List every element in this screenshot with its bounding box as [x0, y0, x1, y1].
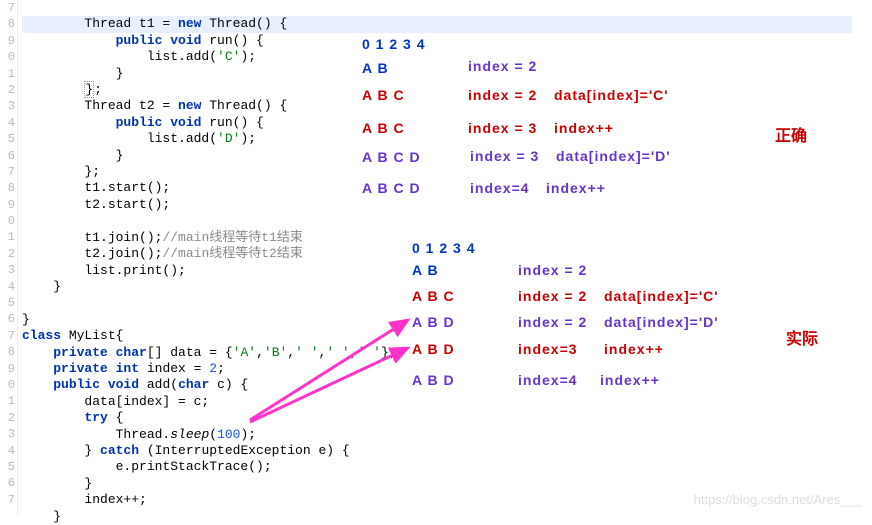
top-r4c: data[index]='D' [556, 148, 671, 164]
bot-r1a: A B [412, 262, 439, 278]
top-r4a: A B C D [362, 149, 421, 165]
top-r1a: A B [362, 60, 389, 76]
bot-r3b: index = 2 [518, 314, 587, 330]
top-r3c: index++ [554, 120, 614, 136]
top-r5c: index++ [546, 180, 606, 196]
bot-r2a: A B C [412, 288, 455, 304]
bot-r3a: A B D [412, 314, 455, 330]
top-r5b: index=4 [470, 180, 530, 196]
bot-r5a: A B D [412, 372, 455, 388]
header-top: 0 1 2 3 4 [362, 36, 426, 52]
line-number-gutter: 789 012 345 678 901 234 567 890 123 456 … [0, 0, 18, 515]
top-r2c: data[index]='C' [554, 87, 669, 103]
top-r4b: index = 3 [470, 148, 539, 164]
bot-r1b: index = 2 [518, 262, 587, 278]
bot-r4c: index++ [604, 341, 664, 357]
bot-r5c: index++ [600, 372, 660, 388]
bot-r5b: index=4 [518, 372, 578, 388]
top-r3a: A B C [362, 120, 405, 136]
top-r1b: index = 2 [468, 58, 537, 74]
bot-r4a: A B D [412, 341, 455, 357]
label-correct: 正确 [775, 122, 807, 146]
label-actual: 实际 [786, 325, 818, 349]
bot-r2c: data[index]='C' [604, 288, 719, 304]
bot-r4b: index=3 [518, 341, 578, 357]
top-r2a: A B C [362, 87, 405, 103]
top-r5a: A B C D [362, 180, 421, 196]
watermark: https://blog.csdn.net/Ares___ [694, 492, 862, 507]
bot-r3c: data[index]='D' [604, 314, 719, 330]
top-r2b: index = 2 [468, 87, 537, 103]
bot-r2b: index = 2 [518, 288, 587, 304]
header-bot: 0 1 2 3 4 [412, 240, 476, 256]
top-r3b: index = 3 [468, 120, 537, 136]
